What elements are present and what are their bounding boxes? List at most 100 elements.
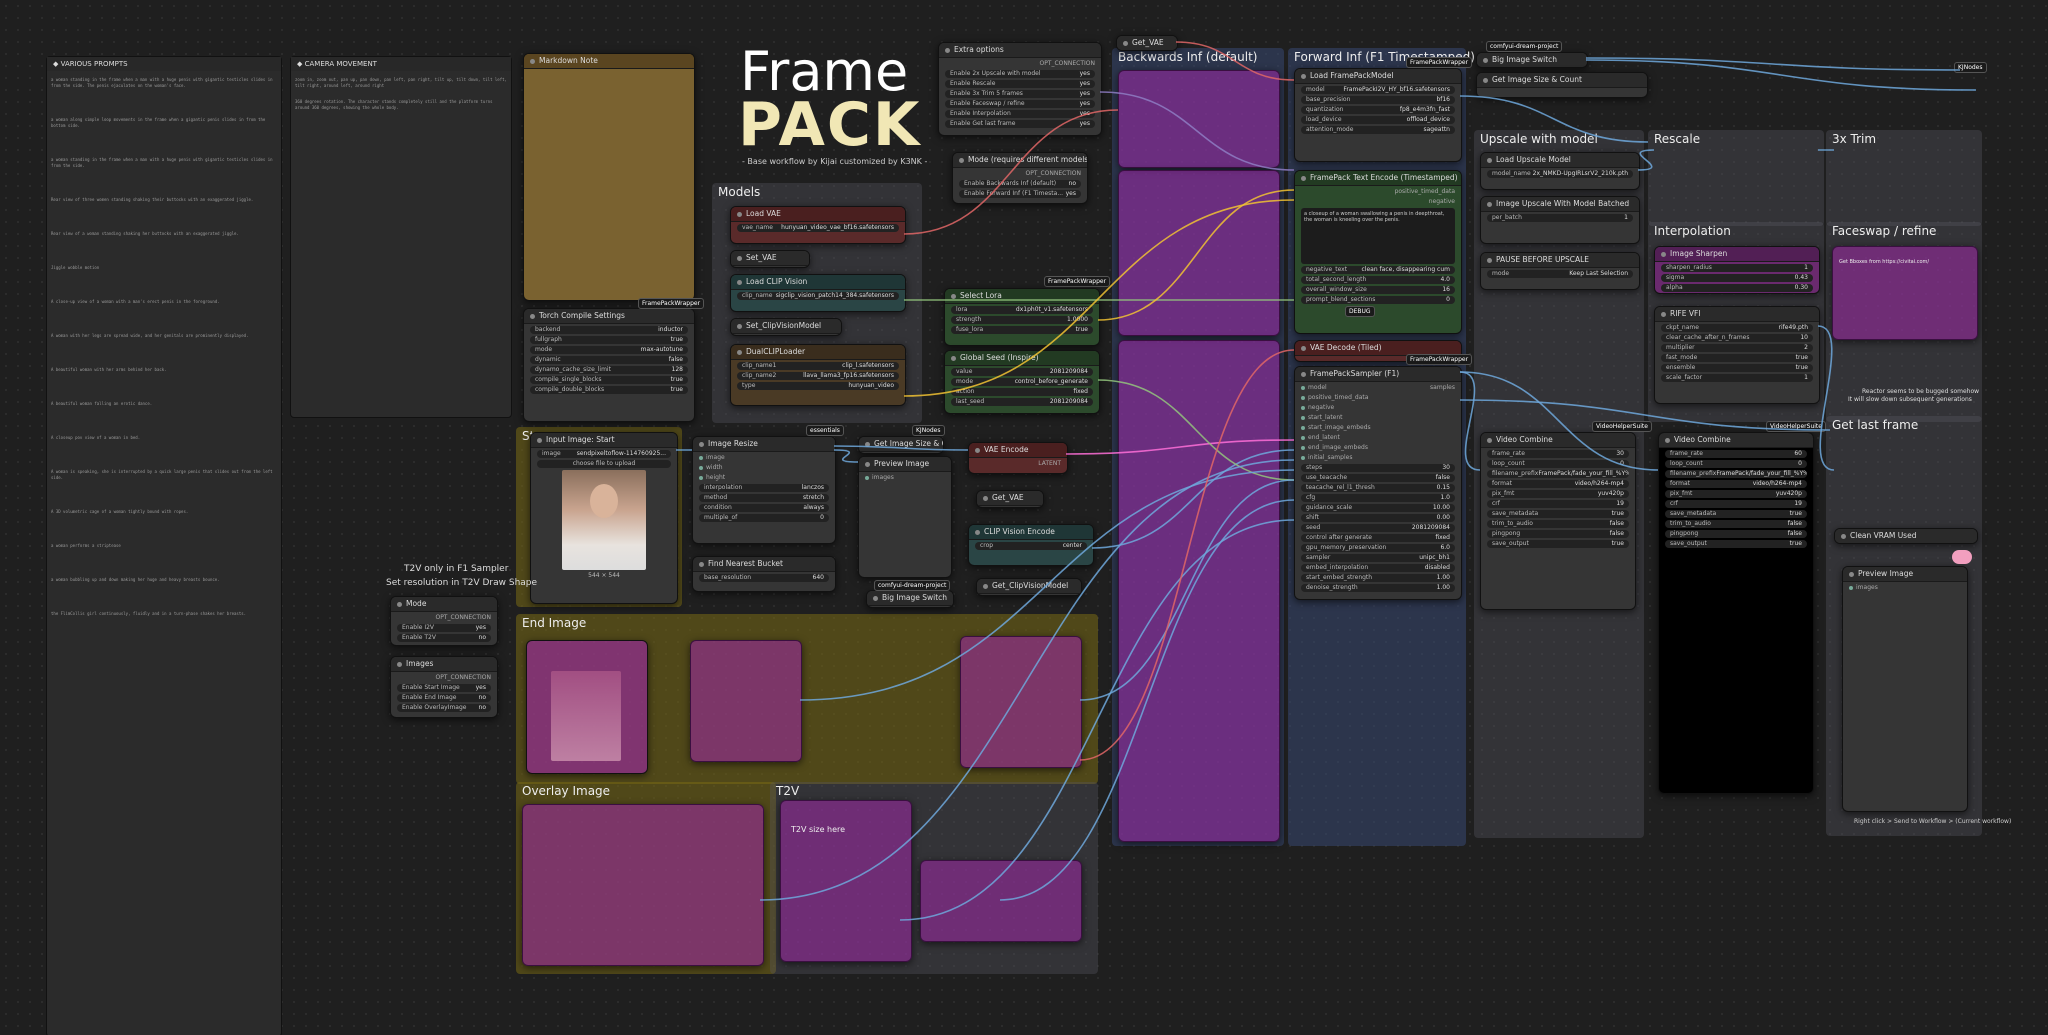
various-prompts-node[interactable]: ◆ VARIOUS PROMPTS a woman standing in th… xyxy=(46,56,282,1035)
rescale-group[interactable]: Rescale xyxy=(1648,130,1824,226)
sampler-widgets-row[interactable]: guidance_scale 10.00 xyxy=(1301,504,1455,512)
set-vae-node[interactable]: Set_VAE xyxy=(730,250,810,268)
lora-widgets-row[interactable]: fuse_lora true xyxy=(951,326,1093,334)
extra-rows-row[interactable]: Enable Interpolation yes xyxy=(945,110,1095,118)
big-image-switch-node[interactable]: Big Image Switch xyxy=(866,590,954,608)
sharpen-widgets-row[interactable]: alpha 0.30 xyxy=(1661,284,1813,292)
video2-widgets-row[interactable]: pingpong false xyxy=(1665,530,1807,538)
upscale-batched-node[interactable]: Image Upscale With Model Batched per_bat… xyxy=(1480,196,1640,244)
upscale-model-widget[interactable]: model_name 2x_NMKD-UpgIRLsrV2_210k.pth xyxy=(1487,170,1633,178)
prompt-textarea[interactable]: a closeup of a woman swallowing a penis … xyxy=(1301,208,1455,264)
vae-name-widget[interactable]: vae_name hunyuan_video_vae_bf16.safetenso… xyxy=(737,224,899,232)
extra-rows-row[interactable]: Enable Faceswap / refine yes xyxy=(945,100,1095,108)
torch-widgets-row[interactable]: fullgraph true xyxy=(530,336,688,344)
backwards-sampler[interactable] xyxy=(1118,340,1280,842)
end-image-process[interactable] xyxy=(690,640,802,762)
video1-widgets-row[interactable]: save_metadata true xyxy=(1487,510,1629,518)
framepack-widgets-row[interactable]: attention_mode sageattn xyxy=(1301,126,1455,134)
sharpen-widgets-row[interactable]: sharpen_radius 1 xyxy=(1661,264,1813,272)
video2-widgets-row[interactable]: pix_fmt yuv420p xyxy=(1665,490,1807,498)
lora-widgets-row[interactable]: strength 1.0000 xyxy=(951,316,1093,324)
mode-small-rows-row[interactable]: Enable T2V no xyxy=(397,634,491,642)
global-seed-node[interactable]: Global Seed (Inspire) value 2081209084 mod… xyxy=(944,350,1100,414)
resize-widgets-row[interactable]: multiple_of 0 xyxy=(699,514,829,522)
image-file-widget[interactable]: image sendpixeltoflow-114760925... xyxy=(537,450,671,458)
mode-small-node[interactable]: Mode OPT_CONNECTION Enable I2V yes Enable … xyxy=(390,596,498,646)
camera-movement-node[interactable]: ◆ CAMERA MOVEMENT zoom in, zoom out, pan… xyxy=(290,56,512,418)
video2-widgets-row[interactable]: trim_to_audio false xyxy=(1665,520,1807,528)
video2-widgets-row[interactable]: format video/h264-mp4 xyxy=(1665,480,1807,488)
video1-widgets-row[interactable]: trim_to_audio false xyxy=(1487,520,1629,528)
seed-widgets-row[interactable]: action fixed xyxy=(951,388,1093,396)
load-framepack-node[interactable]: Load FramePackModel model FramePackI2V_HY… xyxy=(1294,68,1462,162)
get-image-size2-node[interactable]: Get Image Size & Count xyxy=(1476,72,1648,98)
markdown-note-node[interactable]: Markdown Note xyxy=(523,53,695,301)
sampler-widgets-row[interactable]: start_embed_strength 1.00 xyxy=(1301,574,1455,582)
rife-widgets-row[interactable]: multiplier 2 xyxy=(1661,344,1813,352)
extra-rows-row[interactable]: Enable Get last frame yes xyxy=(945,120,1095,128)
clip-name-widget[interactable]: clip_name sigclip_vision_patch14_384.safe… xyxy=(737,292,899,300)
torch-widgets-row[interactable]: compile_single_blocks true xyxy=(530,376,688,384)
pause-node[interactable]: PAUSE BEFORE UPSCALE mode Keep Last Selec… xyxy=(1480,252,1640,290)
preview-last-node[interactable]: Preview Image images xyxy=(1842,566,1968,812)
sampler-widgets-row[interactable]: use_teacache false xyxy=(1301,474,1455,482)
input-image-node[interactable]: Input Image: Start image sendpixeltoflow-… xyxy=(530,432,678,604)
mode-rows-row[interactable]: Enable Forward Inf (F1 Timesta... yes xyxy=(959,190,1081,198)
load-upscale-node[interactable]: Load Upscale Model model_name 2x_NMKD-Upg… xyxy=(1480,152,1640,190)
get-image-size-node[interactable]: Get Image Size & Cou xyxy=(858,436,944,454)
overlay-image-loader[interactable] xyxy=(522,804,764,966)
sampler-widgets-row[interactable]: cfg 1.0 xyxy=(1301,494,1455,502)
image-resize-node[interactable]: Image Resize image width height interpol… xyxy=(692,436,836,544)
framepack-widgets-row[interactable]: model FramePackI2V_HY_bf16.safetensors xyxy=(1301,86,1455,94)
upload-button[interactable]: choose file to upload xyxy=(537,460,671,468)
seed-widgets-row[interactable]: value 2081209084 xyxy=(951,368,1093,376)
seed-widgets-row[interactable]: last_seed 2081209084 xyxy=(951,398,1093,406)
t2v-output-node[interactable] xyxy=(920,860,1082,942)
resize-widgets-row[interactable]: interpolation lanczos xyxy=(699,484,829,492)
dualclip-widgets-row[interactable]: type hunyuan_video xyxy=(737,382,899,390)
sampler-widgets-row[interactable]: shift 0.00 xyxy=(1301,514,1455,522)
video1-widgets-row[interactable]: pingpong false xyxy=(1487,530,1629,538)
torch-widgets-row[interactable]: backend inductor xyxy=(530,326,688,334)
per-batch-widget[interactable]: per_batch 1 xyxy=(1487,214,1633,222)
faceswap-node[interactable]: Get Bboxes from https://civitai.com/ xyxy=(1832,246,1978,340)
video1-widgets-row[interactable]: save_output true xyxy=(1487,540,1629,548)
video2-widgets-row[interactable]: crf 19 xyxy=(1665,500,1807,508)
end-image-loader[interactable] xyxy=(526,640,648,774)
torch-widgets-row[interactable]: compile_double_blocks true xyxy=(530,386,688,394)
dualclip-widgets-row[interactable]: clip_name1 clip_l.safetensors xyxy=(737,362,899,370)
images-small-node[interactable]: Images OPT_CONNECTION Enable Start Image… xyxy=(390,656,498,718)
framepack-sampler-node[interactable]: FramePackSampler (F1) samples model posit… xyxy=(1294,366,1462,600)
get-vae-node[interactable]: Get_VAE xyxy=(976,490,1044,508)
images-small-rows-row[interactable]: Enable Start Image yes xyxy=(397,684,491,692)
video-combine-1[interactable]: Video Combine frame_rate 30 loop_count 0 fil… xyxy=(1480,432,1636,610)
textencode-widgets-row[interactable]: prompt_blend_sections 0 xyxy=(1301,296,1455,304)
sampler-widgets-row[interactable]: gpu_memory_preservation 6.0 xyxy=(1301,544,1455,552)
torch-widgets-row[interactable]: mode max-autotune xyxy=(530,346,688,354)
sampler-widgets-row[interactable]: sampler unipc_bh1 xyxy=(1301,554,1455,562)
set-clipvision-node[interactable]: Set_ClipVisionModel xyxy=(730,318,842,336)
torch-widgets-row[interactable]: dynamic false xyxy=(530,356,688,364)
extra-options-node[interactable]: Extra options OPT_CONNECTION Enable 2x U… xyxy=(938,42,1102,136)
rife-node[interactable]: RIFE VFI ckpt_name rife49.pth clear_cache_… xyxy=(1654,306,1820,404)
prompts-body[interactable]: a woman standing in the frame when a man… xyxy=(47,71,281,651)
rife-widgets-row[interactable]: clear_cache_after_n_frames 10 xyxy=(1661,334,1813,342)
video1-widgets-row[interactable]: pix_fmt yuv420p xyxy=(1487,490,1629,498)
vae-encode-node[interactable]: VAE Encode LATENT xyxy=(968,442,1068,474)
get-vae-top-node[interactable]: Get_VAE xyxy=(1116,35,1178,51)
clip-vision-encode-node[interactable]: CLIP Vision Encode crop center xyxy=(968,524,1094,566)
video1-widgets-row[interactable]: filename_prefix FramePack/fade_your_fill_… xyxy=(1487,470,1629,478)
sharpen-widgets-row[interactable]: sigma 0.43 xyxy=(1661,274,1813,282)
images-small-rows-row[interactable]: Enable OverlayImage no xyxy=(397,704,491,712)
video1-widgets-row[interactable]: format video/h264-mp4 xyxy=(1487,480,1629,488)
pause-mode-widget[interactable]: mode Keep Last Selection xyxy=(1487,270,1633,278)
lora-widgets-row[interactable]: lora dx1ph0t_v1.safetensors xyxy=(951,306,1093,314)
find-bucket-node[interactable]: Find Nearest Bucket base_resolution 640 xyxy=(692,556,836,592)
extra-rows-row[interactable]: Enable 3x Trim 5 frames yes xyxy=(945,90,1095,98)
framepack-widgets-row[interactable]: load_device offload_device xyxy=(1301,116,1455,124)
sampler-widgets-row[interactable]: teacache_rel_l1_thresh 0.15 xyxy=(1301,484,1455,492)
backwards-text-encode[interactable] xyxy=(1118,170,1280,336)
end-image-encode[interactable] xyxy=(960,636,1082,768)
sampler-widgets-row[interactable]: embed_interpolation disabled xyxy=(1301,564,1455,572)
rife-widgets-row[interactable]: ensemble true xyxy=(1661,364,1813,372)
